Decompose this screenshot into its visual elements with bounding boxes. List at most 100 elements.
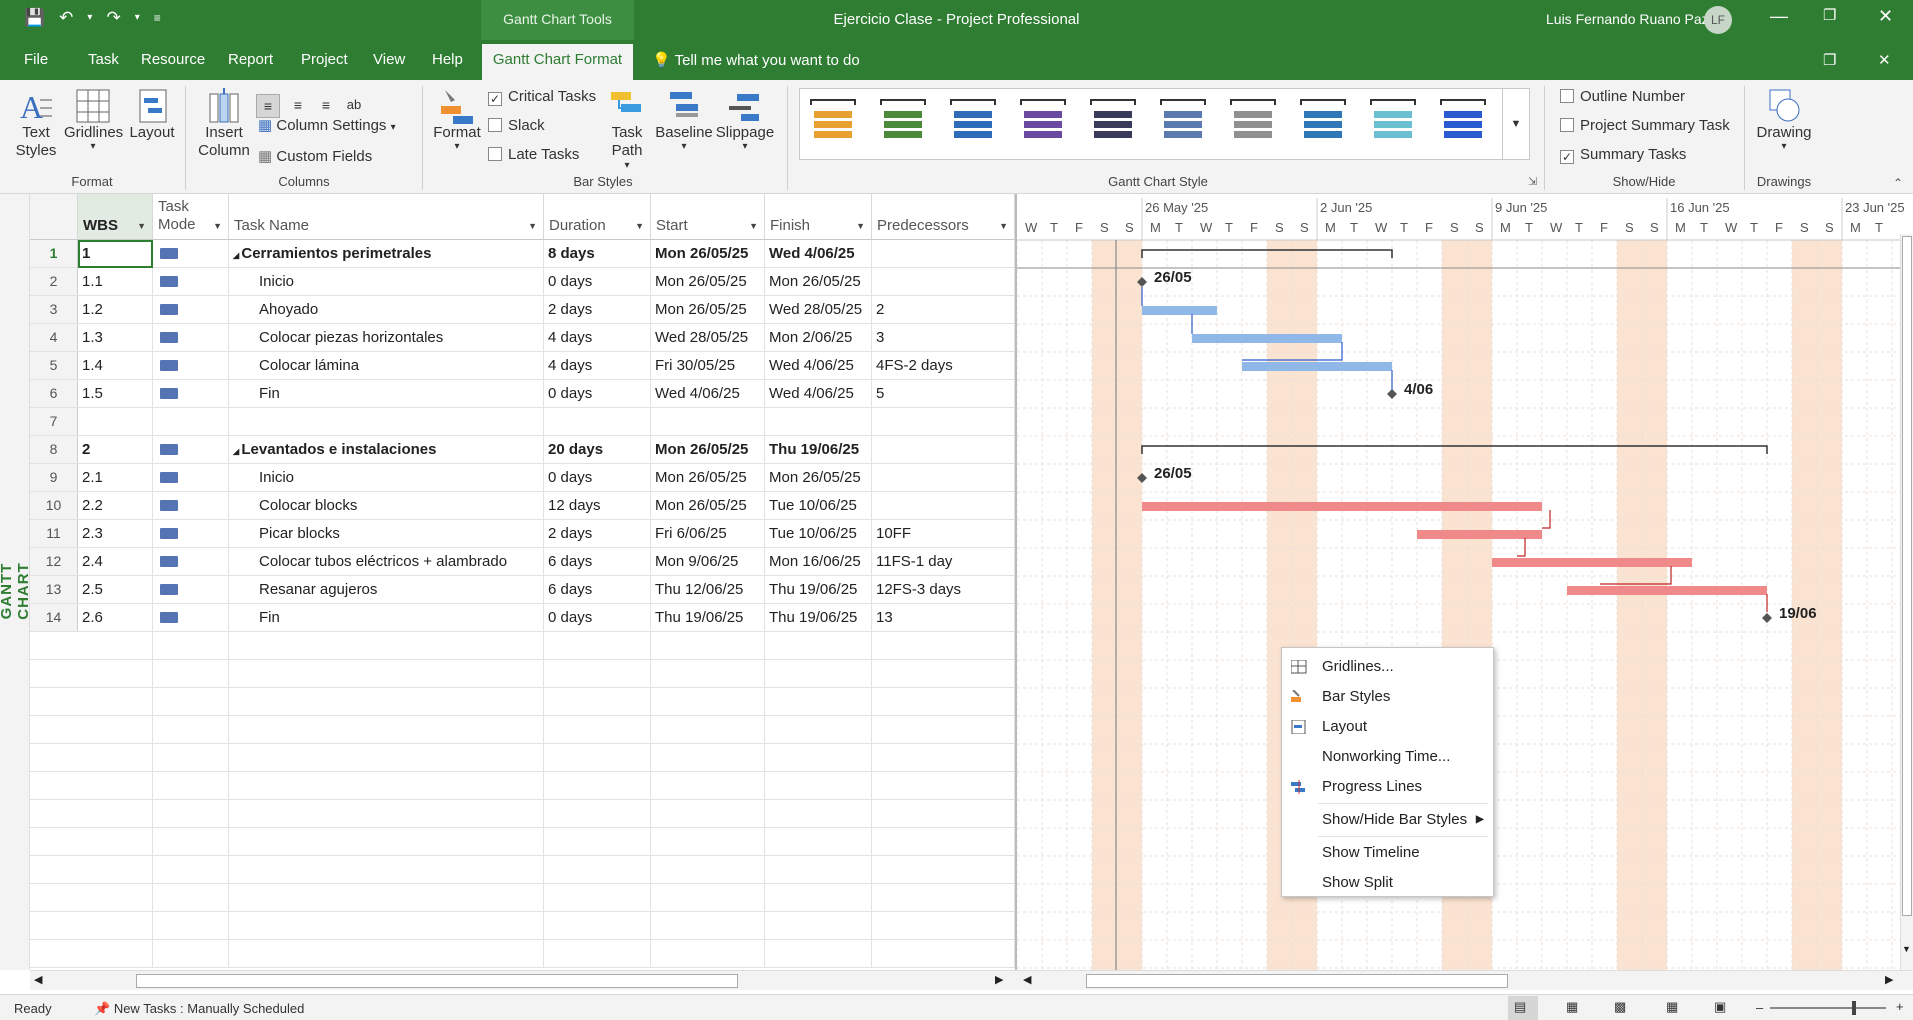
align-left-icon[interactable]: ≡ — [256, 94, 280, 118]
empty-cell[interactable] — [78, 716, 153, 744]
empty-cell[interactable] — [765, 632, 872, 660]
critical-tasks-check[interactable]: ✓ — [488, 92, 502, 106]
new-tasks-mode[interactable]: 📌 New Tasks : Manually Scheduled — [94, 1001, 304, 1017]
empty-cell[interactable] — [229, 884, 544, 912]
empty-cell[interactable] — [229, 688, 544, 716]
empty-cell[interactable] — [229, 940, 544, 968]
restore-icon[interactable]: ❐ — [1823, 6, 1836, 24]
cell-wbs[interactable]: 2.5 — [78, 576, 153, 604]
empty-cell[interactable] — [651, 772, 765, 800]
slack-check[interactable] — [488, 118, 502, 132]
empty-cell[interactable] — [153, 912, 229, 940]
gantt-style-swatch[interactable] — [1300, 99, 1346, 147]
empty-cell[interactable] — [544, 856, 651, 884]
empty-cell[interactable] — [544, 884, 651, 912]
ribbon-restore-icon[interactable]: ❐ — [1823, 51, 1836, 69]
cell-wbs[interactable] — [78, 408, 153, 436]
cell-predecessors[interactable] — [872, 240, 1015, 268]
cell-start[interactable]: Fri 6/06/25 — [651, 520, 765, 548]
menu-item-layout[interactable]: Layout — [1282, 714, 1493, 740]
zoom-out-icon[interactable]: – — [1756, 1000, 1763, 1015]
align-right-icon[interactable]: ≡ — [314, 94, 338, 116]
gantt-style-swatch[interactable] — [880, 99, 926, 147]
tell-me-search[interactable]: 💡 Tell me what you want to do — [652, 51, 860, 69]
vertical-scroll-thumb[interactable] — [1902, 236, 1912, 916]
empty-cell[interactable] — [651, 744, 765, 772]
menu-item-show-split[interactable]: Show Split — [1282, 870, 1493, 896]
filter-dropdown-icon[interactable]: ▼ — [137, 221, 146, 231]
cell-task-name[interactable]: Fin — [229, 604, 544, 632]
cell-start[interactable]: Mon 26/05/25 — [651, 296, 765, 324]
empty-row[interactable] — [30, 828, 1015, 856]
cell-wbs[interactable]: 1.3 — [78, 324, 153, 352]
layout-button[interactable]: Layout — [128, 88, 176, 141]
cell-duration[interactable]: 8 days — [544, 240, 651, 268]
cell-predecessors[interactable]: 5 — [872, 380, 1015, 408]
empty-cell[interactable] — [872, 688, 1015, 716]
empty-cell[interactable] — [872, 744, 1015, 772]
cell-task-name[interactable]: Colocar tubos eléctricos + alambrado — [229, 548, 544, 576]
cell-predecessors[interactable] — [872, 464, 1015, 492]
cell-task-mode[interactable] — [153, 492, 229, 520]
cell-wbs[interactable]: 2 — [78, 436, 153, 464]
cell-task-name[interactable]: Ahoyado — [229, 296, 544, 324]
empty-cell[interactable] — [78, 828, 153, 856]
filter-dropdown-icon[interactable]: ▼ — [635, 221, 644, 231]
table-row[interactable]: 2 ◢ Levantados e instalaciones 20 days Mon … — [30, 436, 1015, 464]
gantt-style-swatch[interactable] — [1160, 99, 1206, 147]
empty-cell[interactable] — [229, 660, 544, 688]
user-name[interactable]: Luis Fernando Ruano Paz — [1546, 11, 1709, 27]
critical-tasks-checkbox[interactable]: ✓ Critical Tasks — [488, 88, 596, 106]
report-icon[interactable]: ▣ — [1714, 999, 1726, 1015]
empty-cell[interactable] — [765, 744, 872, 772]
empty-cell[interactable] — [544, 632, 651, 660]
empty-cell[interactable] — [651, 828, 765, 856]
empty-cell[interactable] — [765, 940, 872, 968]
cell-predecessors[interactable]: 11FS-1 day — [872, 548, 1015, 576]
filter-dropdown-icon[interactable]: ▼ — [999, 221, 1008, 231]
cell-finish[interactable]: Mon 26/05/25 — [765, 268, 872, 296]
empty-cell[interactable] — [153, 828, 229, 856]
cell-duration[interactable]: 6 days — [544, 548, 651, 576]
cell-wbs[interactable]: 2.2 — [78, 492, 153, 520]
project-summary-check[interactable] — [1560, 118, 1574, 132]
cell-start[interactable]: Mon 26/05/25 — [651, 492, 765, 520]
empty-cell[interactable] — [544, 660, 651, 688]
table-row[interactable]: 2.5 Resanar agujeros 6 days Thu 12/06/25 Thu… — [30, 576, 1015, 604]
team-planner-icon[interactable]: ▩ — [1614, 999, 1626, 1015]
empty-row[interactable] — [30, 716, 1015, 744]
empty-row[interactable] — [30, 800, 1015, 828]
empty-cell[interactable] — [544, 716, 651, 744]
empty-cell[interactable] — [872, 632, 1015, 660]
cell-finish[interactable] — [765, 408, 872, 436]
empty-cell[interactable] — [765, 660, 872, 688]
cell-task-name[interactable]: ◢ Cerramientos perimetrales — [229, 240, 544, 268]
cell-start[interactable] — [651, 408, 765, 436]
column-header-wbs[interactable]: WBS ▼ — [78, 194, 153, 240]
empty-cell[interactable] — [765, 772, 872, 800]
empty-cell[interactable] — [229, 744, 544, 772]
slack-checkbox[interactable]: Slack — [488, 117, 545, 134]
empty-cell[interactable] — [651, 716, 765, 744]
cell-start[interactable]: Thu 19/06/25 — [651, 604, 765, 632]
empty-cell[interactable] — [651, 912, 765, 940]
empty-cell[interactable] — [544, 828, 651, 856]
cell-finish[interactable]: Wed 4/06/25 — [765, 240, 872, 268]
cell-task-mode[interactable] — [153, 408, 229, 436]
empty-cell[interactable] — [765, 884, 872, 912]
cell-task-name[interactable]: ◢ Levantados e instalaciones — [229, 436, 544, 464]
table-row[interactable]: 1.2 Ahoyado 2 days Mon 26/05/25 Wed 28/05/25… — [30, 296, 1015, 324]
menu-item-show-timeline[interactable]: Show Timeline — [1282, 840, 1493, 866]
cell-duration[interactable]: 4 days — [544, 352, 651, 380]
gantt-style-swatch[interactable] — [1020, 99, 1066, 147]
cell-wbs[interactable]: 2.1 — [78, 464, 153, 492]
column-settings-button[interactable]: ▦ Column Settings ▾ — [258, 116, 396, 134]
cell-duration[interactable]: 0 days — [544, 268, 651, 296]
cell-task-name[interactable]: Resanar agujeros — [229, 576, 544, 604]
empty-cell[interactable] — [153, 884, 229, 912]
cell-duration[interactable]: 0 days — [544, 604, 651, 632]
empty-cell[interactable] — [765, 800, 872, 828]
cell-predecessors[interactable]: 2 — [872, 296, 1015, 324]
cell-finish[interactable]: Thu 19/06/25 — [765, 436, 872, 464]
filter-dropdown-icon[interactable]: ▼ — [213, 221, 222, 231]
